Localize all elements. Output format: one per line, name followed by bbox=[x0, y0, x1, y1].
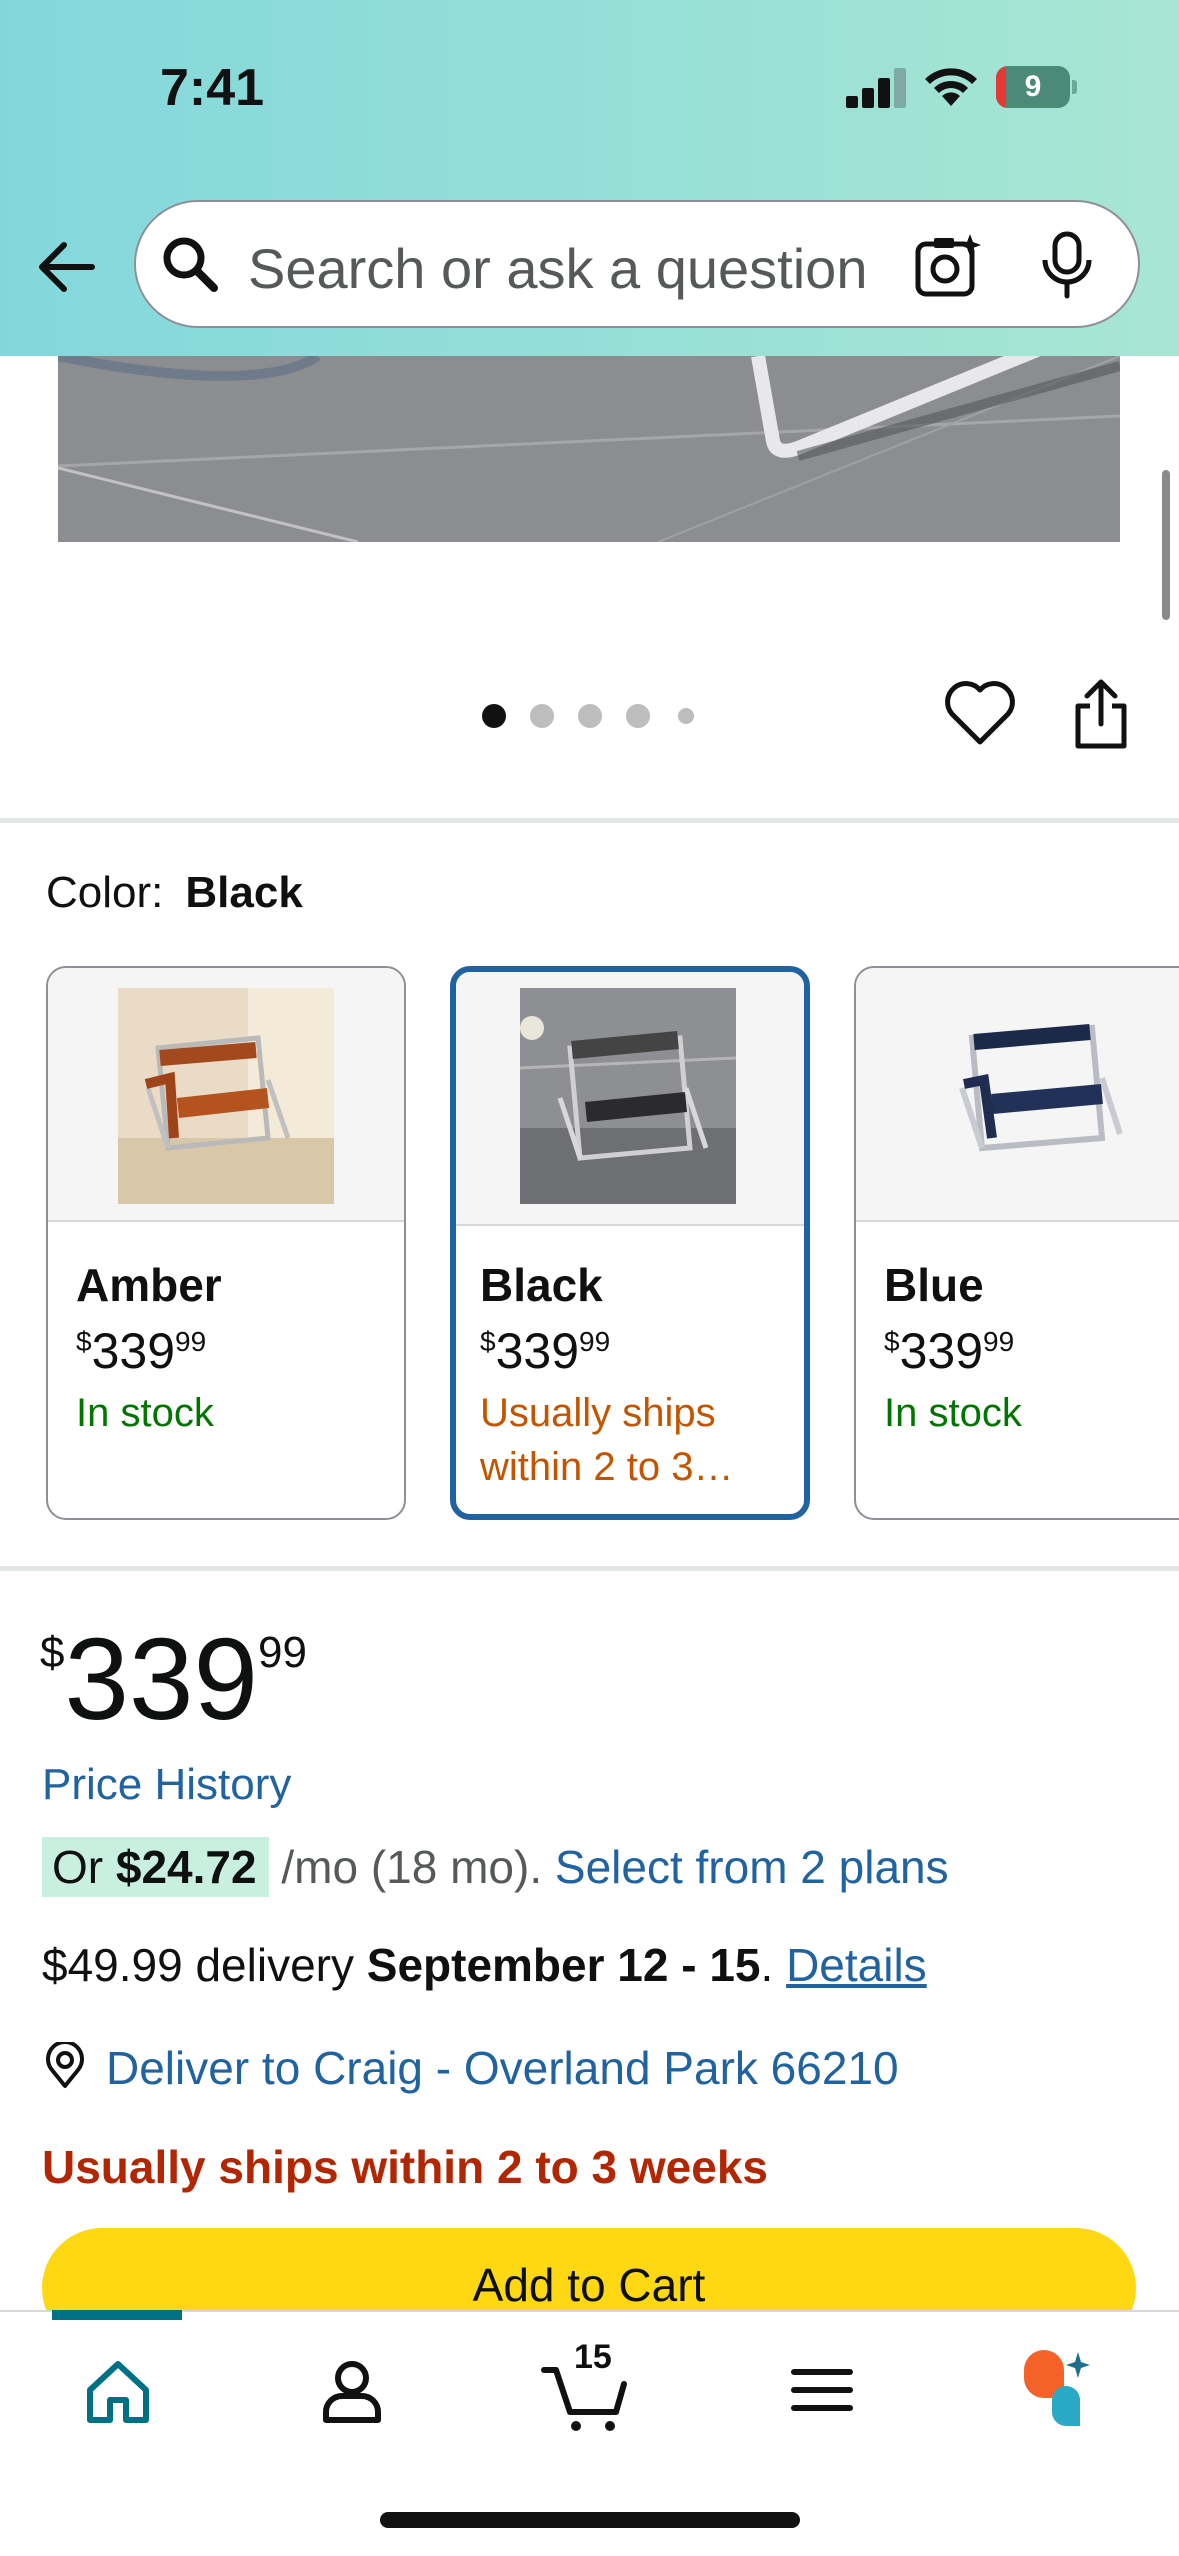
search-placeholder: Search or ask a question bbox=[248, 237, 868, 300]
back-arrow-icon[interactable] bbox=[30, 230, 104, 304]
pager-dot bbox=[578, 704, 602, 728]
product-price: $33999 bbox=[40, 1614, 307, 1744]
swatch-availability: Usually ships within 2 to 3… bbox=[480, 1391, 734, 1489]
home-indicator bbox=[380, 2512, 800, 2528]
color-swatch-black[interactable]: Black $33999 Usually ships within 2 to 3… bbox=[450, 966, 810, 1520]
select-plans-link[interactable]: Select from 2 plans bbox=[555, 1841, 949, 1893]
share-icon[interactable] bbox=[1070, 676, 1132, 752]
swatch-image bbox=[456, 972, 804, 1226]
wifi-icon bbox=[925, 68, 977, 106]
swatch-price: $33999 bbox=[884, 1323, 1015, 1379]
swatch-name: Blue bbox=[884, 1259, 984, 1311]
search-input[interactable]: Search or ask a question bbox=[134, 200, 1140, 328]
color-swatch-amber[interactable]: Amber $33999 In stock bbox=[46, 966, 406, 1520]
swatch-price: $33999 bbox=[480, 1323, 611, 1379]
color-label-text: Color: bbox=[46, 868, 164, 917]
active-tab-indicator bbox=[52, 2310, 182, 2320]
color-selector-label: Color: Black bbox=[46, 868, 303, 918]
pager-dot bbox=[530, 704, 554, 728]
location-pin-icon bbox=[46, 2040, 84, 2088]
home-icon[interactable] bbox=[68, 2340, 168, 2440]
price-history-link[interactable]: Price History bbox=[42, 1760, 291, 1810]
scrollbar[interactable] bbox=[1162, 470, 1170, 620]
swatch-price: $33999 bbox=[76, 1323, 207, 1379]
deliver-to-text: Deliver to Craig - Overland Park 66210 bbox=[106, 2042, 899, 2094]
product-image[interactable] bbox=[58, 356, 1120, 542]
section-divider bbox=[0, 818, 1179, 823]
section-divider bbox=[0, 1566, 1179, 1571]
color-swatch-blue[interactable]: Blue $33999 In stock bbox=[854, 966, 1179, 1520]
status-time: 7:41 bbox=[160, 59, 265, 117]
installment-term: /mo (18 mo). bbox=[281, 1841, 543, 1893]
delivery-details-link[interactable]: Details bbox=[786, 1939, 927, 1991]
battery-level: 9 bbox=[1024, 70, 1042, 103]
swatch-availability: In stock bbox=[884, 1391, 1022, 1435]
pager-dot bbox=[678, 708, 694, 724]
swatch-image bbox=[48, 968, 404, 1222]
delivery-fee: $49.99 delivery bbox=[42, 1939, 354, 1991]
menu-icon[interactable] bbox=[772, 2340, 872, 2440]
heart-icon[interactable] bbox=[944, 680, 1016, 748]
pager-dot bbox=[482, 704, 506, 728]
selected-color-name: Black bbox=[185, 868, 303, 917]
installment-offer: Or $24.72 /mo (18 mo). Select from 2 pla… bbox=[42, 1837, 949, 1897]
swatch-name: Amber bbox=[76, 1259, 222, 1311]
swatch-name: Black bbox=[480, 1259, 603, 1311]
delivery-dates: September 12 - 15 bbox=[366, 1939, 761, 1991]
swatch-image bbox=[856, 968, 1179, 1222]
camera-lens-icon[interactable] bbox=[912, 230, 984, 302]
signal-icon bbox=[846, 66, 906, 108]
pager-dot bbox=[626, 704, 650, 728]
swatch-availability: In stock bbox=[76, 1391, 214, 1435]
account-icon[interactable] bbox=[302, 2340, 402, 2440]
microphone-icon[interactable] bbox=[1036, 230, 1098, 302]
search-icon bbox=[163, 237, 218, 292]
deliver-to-location[interactable]: Deliver to Craig - Overland Park 66210 bbox=[42, 2036, 899, 2095]
rufus-assistant-icon[interactable] bbox=[1008, 2340, 1108, 2440]
battery-icon: 9 bbox=[996, 66, 1077, 108]
cart-count-badge: 15 bbox=[574, 2338, 612, 2376]
delivery-info: $49.99 delivery September 12 - 15. Detai… bbox=[42, 1939, 927, 1991]
installment-amount: Or $24.72 bbox=[42, 1837, 269, 1897]
shipping-warning: Usually ships within 2 to 3 weeks bbox=[42, 2141, 769, 2193]
